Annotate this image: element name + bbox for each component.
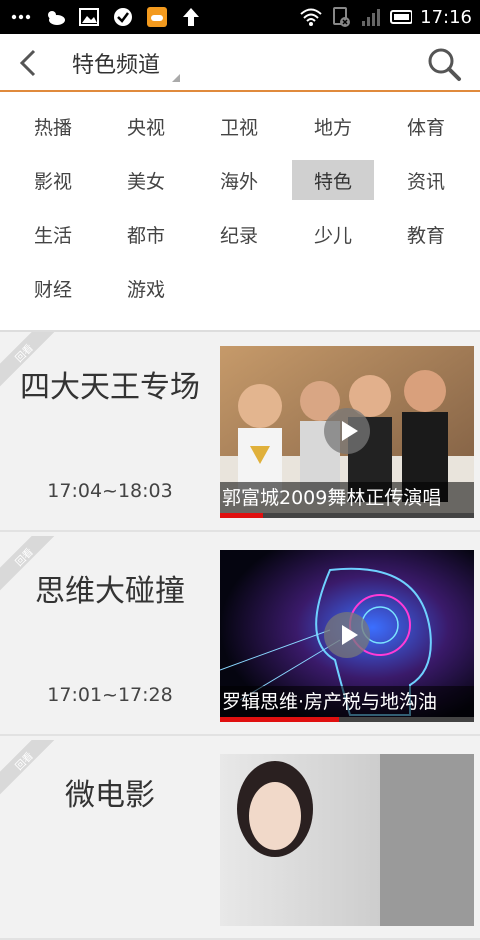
program-time: 17:01~17:28 bbox=[47, 684, 173, 706]
search-icon bbox=[428, 48, 461, 81]
program-name: 微电影 bbox=[65, 778, 155, 813]
thumbnail-caption: 郭富城2009舞林正传演唱 bbox=[220, 482, 474, 514]
category-item[interactable]: 影视 bbox=[12, 160, 94, 200]
play-icon[interactable] bbox=[324, 612, 370, 658]
category-item[interactable]: 少儿 bbox=[292, 214, 374, 254]
thumbnail-image bbox=[220, 754, 474, 926]
sim-icon bbox=[330, 6, 352, 28]
upload-icon bbox=[180, 6, 202, 28]
back-button[interactable] bbox=[14, 46, 44, 80]
thumbnail-caption: 罗辑思维·房产税与地沟油 bbox=[220, 686, 474, 718]
category-item[interactable]: 特色 bbox=[292, 160, 374, 200]
category-item[interactable]: 纪录 bbox=[198, 214, 280, 254]
program-list: 回看 四大天王专场 17:04~18:03 郭富城2009舞林正传演唱 回看 思维大碰撞 1… bbox=[0, 330, 480, 940]
page-title: 特色频道 bbox=[72, 53, 161, 78]
category-item[interactable]: 卫视 bbox=[198, 106, 280, 146]
status-time: 17:16 bbox=[420, 6, 472, 28]
program-item[interactable]: 回看 四大天王专场 17:04~18:03 郭富城2009舞林正传演唱 bbox=[0, 332, 480, 532]
progress-bar bbox=[220, 513, 474, 518]
battery-icon bbox=[390, 6, 413, 28]
signal-icon bbox=[360, 6, 382, 28]
program-time: 17:04~18:03 bbox=[47, 480, 173, 502]
category-item[interactable]: 资讯 bbox=[385, 160, 467, 200]
play-icon[interactable] bbox=[324, 408, 370, 454]
program-item[interactable]: 回看 思维大碰撞 17:01~17:28 罗辑思维·房产税与地沟油 bbox=[0, 536, 480, 736]
category-item[interactable]: 财经 bbox=[12, 268, 94, 308]
search-button[interactable] bbox=[426, 46, 462, 82]
more-icon bbox=[10, 6, 32, 28]
category-item[interactable]: 体育 bbox=[385, 106, 467, 146]
status-bar: 17:16 bbox=[0, 0, 480, 34]
app-bar: 特色频道 bbox=[0, 34, 480, 92]
category-grid: 热播 央视 卫视 地方 体育影视 美女 海外 特色 资讯生活 都市 纪录 少儿 教育财经 游戏 bbox=[0, 94, 480, 330]
category-item[interactable]: 央视 bbox=[105, 106, 187, 146]
program-thumbnail[interactable]: 郭富城2009舞林正传演唱 bbox=[220, 346, 474, 518]
progress-fill bbox=[220, 513, 263, 518]
program-name: 思维大碰撞 bbox=[35, 574, 185, 609]
category-item[interactable]: 海外 bbox=[198, 160, 280, 200]
category-item[interactable]: 热播 bbox=[12, 106, 94, 146]
program-item[interactable]: 回看 微电影 bbox=[0, 740, 480, 940]
program-name: 四大天王专场 bbox=[20, 370, 200, 405]
program-thumbnail[interactable] bbox=[220, 754, 474, 926]
category-item[interactable]: 游戏 bbox=[105, 268, 187, 308]
progress-bar bbox=[220, 717, 474, 722]
game-icon bbox=[146, 6, 168, 28]
category-item[interactable]: 都市 bbox=[105, 214, 187, 254]
gallery-icon bbox=[78, 6, 100, 28]
weather-icon bbox=[44, 6, 66, 28]
category-item[interactable]: 教育 bbox=[385, 214, 467, 254]
check-icon bbox=[112, 6, 134, 28]
category-item[interactable]: 美女 bbox=[105, 160, 187, 200]
category-item[interactable]: 地方 bbox=[292, 106, 374, 146]
program-thumbnail[interactable]: 罗辑思维·房产税与地沟油 bbox=[220, 550, 474, 722]
channel-dropdown[interactable]: 特色频道 bbox=[72, 34, 180, 92]
wifi-icon bbox=[300, 6, 322, 28]
dropdown-caret-icon bbox=[172, 74, 180, 82]
category-item[interactable]: 生活 bbox=[12, 214, 94, 254]
progress-fill bbox=[220, 717, 339, 722]
chevron-left-icon bbox=[19, 49, 36, 77]
